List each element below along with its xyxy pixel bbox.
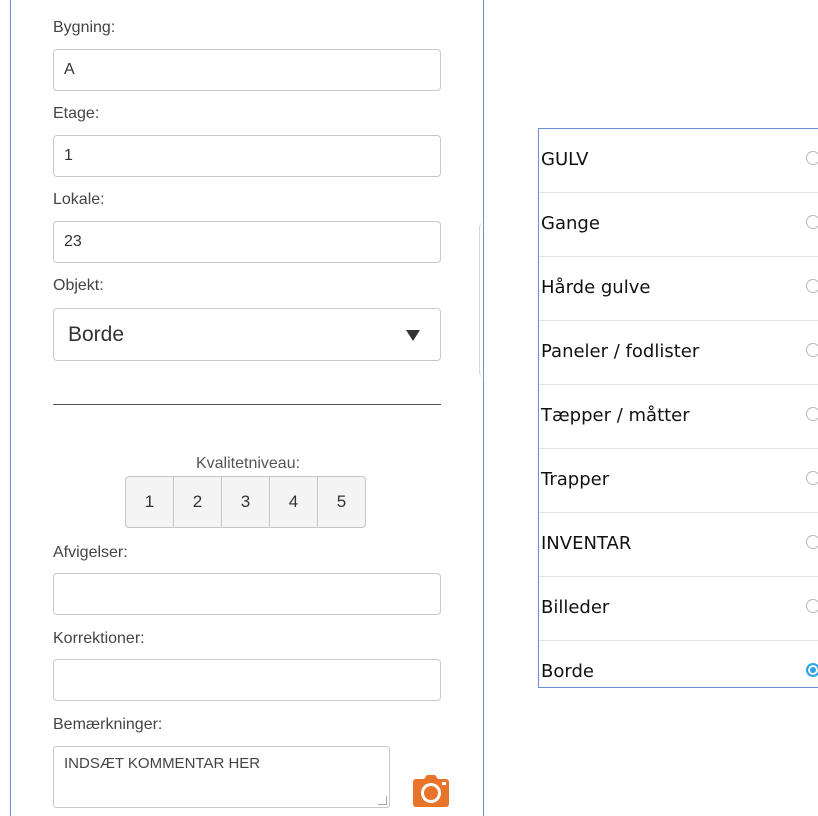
list-item-label: Hårde gulve [541, 277, 651, 298]
deviations-label: Afvigelser: [53, 544, 128, 561]
corrections-input[interactable] [53, 659, 441, 701]
panel-edge [479, 222, 488, 378]
camera-icon[interactable] [411, 774, 451, 808]
quality-button-4[interactable]: 4 [269, 476, 318, 528]
list-item-haarde-gulve[interactable]: Hårde gulve [539, 257, 818, 321]
quality-button-1[interactable]: 1 [125, 476, 174, 528]
radio-button[interactable] [806, 471, 818, 485]
list-item-billeder[interactable]: Billeder [539, 577, 818, 641]
radio-button[interactable] [806, 407, 818, 421]
caret-down-icon [406, 330, 420, 341]
remarks-text: INDSÆT KOMMENTAR HER [64, 755, 261, 772]
resize-grip-icon[interactable] [378, 796, 387, 805]
list-item-paneler[interactable]: Paneler / fodlister [539, 321, 818, 385]
radio-button[interactable] [806, 343, 818, 357]
inspection-form: Bygning: A Etage: 1 Lokale: 23 Objekt: B… [10, 0, 484, 816]
object-select-value: Borde [68, 323, 125, 346]
building-input[interactable]: A [53, 49, 441, 91]
list-item-label: INVENTAR [541, 533, 632, 554]
radio-button[interactable] [806, 279, 818, 293]
object-list: GULV Gange Hårde gulve Paneler / fodlist… [538, 128, 818, 688]
radio-button[interactable] [806, 599, 818, 613]
room-label: Lokale: [53, 191, 105, 208]
list-item-label: Tæpper / måtter [541, 405, 690, 426]
list-item-trapper[interactable]: Trapper [539, 449, 818, 513]
remarks-textarea[interactable]: INDSÆT KOMMENTAR HER [53, 746, 390, 808]
corrections-label: Korrektioner: [53, 630, 145, 647]
object-label: Objekt: [53, 277, 104, 294]
list-item-gange[interactable]: Gange [539, 193, 818, 257]
remarks-label: Bemærkninger: [53, 716, 163, 733]
list-item-borde[interactable]: Borde [539, 641, 818, 687]
quality-label: Kvalitetniveau: [195, 455, 301, 472]
list-item-taepper[interactable]: Tæpper / måtter [539, 385, 818, 449]
radio-button[interactable] [806, 535, 818, 549]
quality-button-3[interactable]: 3 [221, 476, 270, 528]
quality-button-5[interactable]: 5 [317, 476, 366, 528]
list-item-label: Paneler / fodlister [541, 341, 700, 362]
room-input[interactable]: 23 [53, 221, 441, 263]
radio-button[interactable] [806, 215, 818, 229]
radio-button[interactable] [806, 151, 818, 165]
list-item-label: Trapper [541, 469, 610, 490]
floor-input[interactable]: 1 [53, 135, 441, 177]
list-item-label: Billeder [541, 597, 610, 618]
list-item-inventar[interactable]: INVENTAR [539, 513, 818, 577]
list-item-gulv[interactable]: GULV [539, 129, 818, 193]
quality-button-2[interactable]: 2 [173, 476, 222, 528]
list-item-label: Borde [541, 661, 594, 682]
list-item-label: GULV [541, 149, 589, 170]
list-item-label: Gange [541, 213, 600, 234]
floor-label: Etage: [53, 105, 100, 122]
quality-level-group: 1 2 3 4 5 [125, 476, 366, 528]
divider [53, 404, 441, 405]
object-select[interactable]: Borde [53, 308, 441, 361]
building-label: Bygning: [53, 19, 116, 36]
deviations-input[interactable] [53, 573, 441, 615]
radio-button-selected[interactable] [806, 663, 818, 677]
